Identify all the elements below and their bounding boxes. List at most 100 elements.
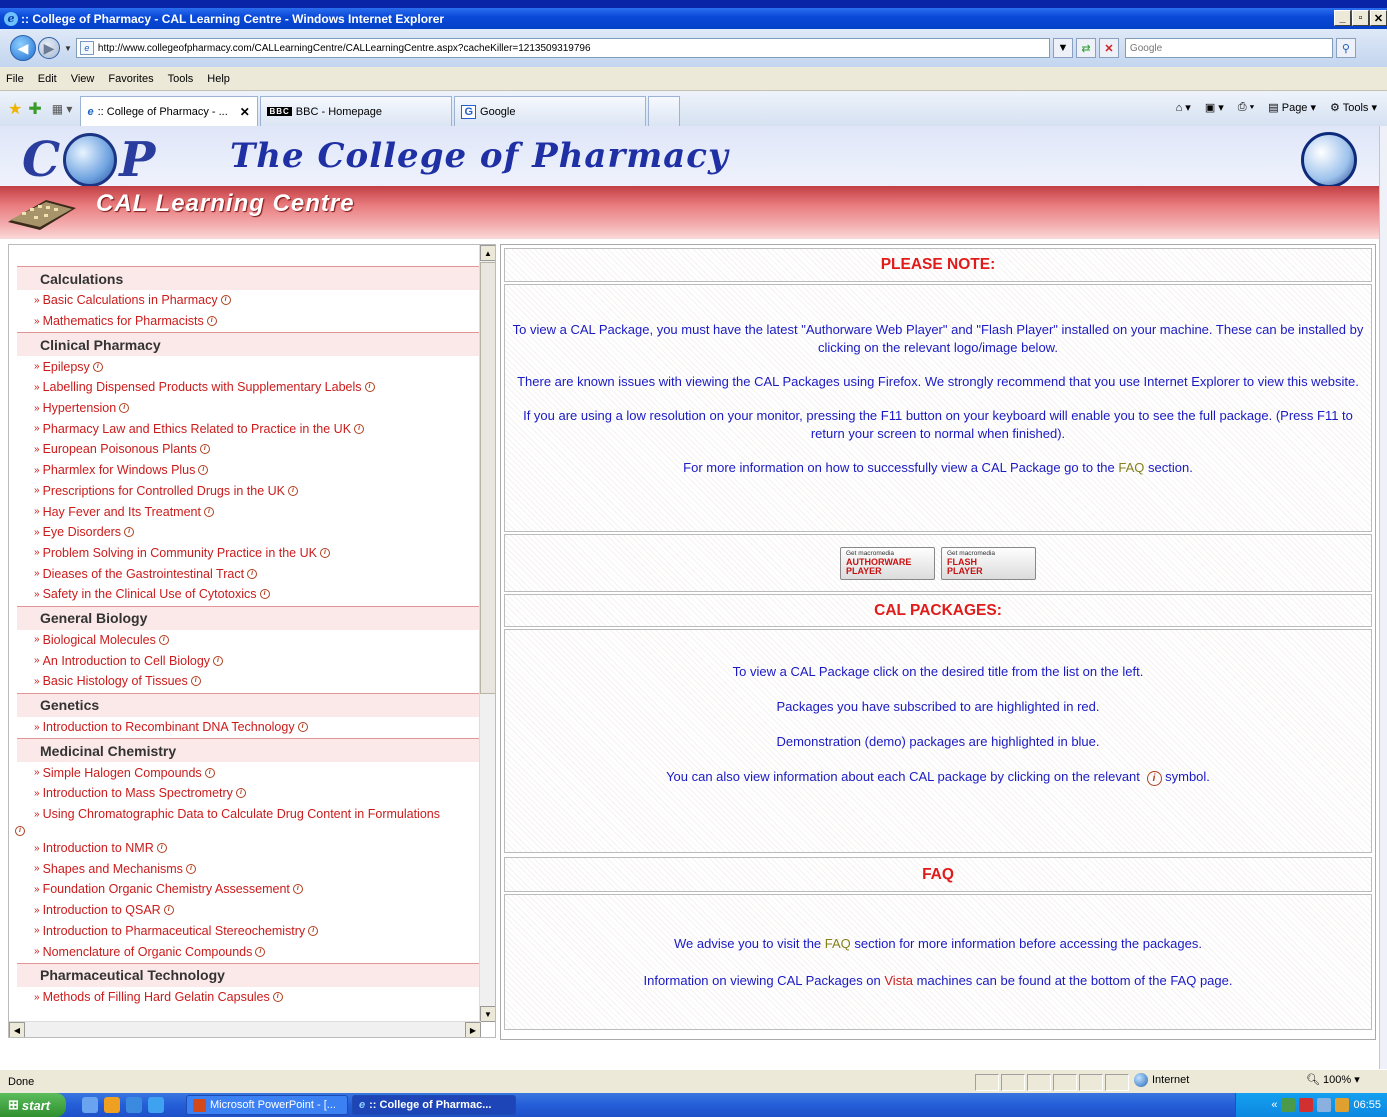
security-zone[interactable]: Internet [1134,1073,1189,1087]
info-icon[interactable]: i [364,382,375,393]
info-icon[interactable]: i [124,527,135,538]
tab-google[interactable]: G Google [454,96,647,126]
quicklaunch-ie-icon[interactable] [148,1097,164,1113]
tab-college-of-pharmacy[interactable]: e :: College of Pharmacy - ... ✕ [80,96,259,126]
network-icon[interactable] [1281,1098,1296,1112]
info-icon[interactable]: i [119,403,130,414]
package-link[interactable]: » Basic Histology of Tissues i [17,671,483,692]
menu-file[interactable]: File [6,73,24,85]
cop-logo[interactable]: C P [22,132,156,188]
package-link[interactable]: » Nomenclature of Organic Compounds i [17,941,483,962]
update-icon[interactable] [1335,1098,1350,1112]
start-button[interactable]: ⊞ start [0,1093,66,1117]
package-link[interactable]: » Dieases of the Gastrointestinal Tract i [17,563,483,584]
scroll-left-arrow-icon[interactable]: ◀ [9,1022,25,1037]
url-dropdown-button[interactable]: ▼ [1052,38,1073,58]
info-icon[interactable]: i [206,316,217,327]
package-link[interactable]: » Introduction to NMR i [17,838,483,859]
package-link[interactable]: » Problem Solving in Community Practice i… [17,543,483,564]
info-icon[interactable]: i [220,295,231,306]
package-link[interactable]: » Introduction to Recombinant DNA Technol… [17,717,483,738]
info-icon[interactable]: i [255,946,266,957]
info-icon[interactable]: i [213,655,224,666]
menu-view[interactable]: View [71,73,95,85]
info-icon[interactable]: i [163,905,174,916]
quick-tabs-icon[interactable]: ▦ ▾ [52,102,73,116]
home-icon[interactable]: ⌂ ▾ [1176,101,1191,114]
security-icon[interactable] [1299,1098,1314,1112]
flash-player-button[interactable]: Get macromedia FLASH PLAYER [941,546,1036,580]
package-link[interactable]: » Basic Calculations in Pharmacy i [17,290,483,311]
quicklaunch-browser-icon[interactable] [126,1097,142,1113]
info-icon[interactable]: i [308,925,319,936]
forward-button[interactable]: ▶ [38,37,60,59]
info-icon[interactable]: i [158,634,169,645]
tools-menu[interactable]: ⚙ Tools ▾ [1330,101,1377,114]
package-link[interactable]: » Pharmacy Law and Ethics Related to Prac… [17,418,483,439]
new-tab[interactable] [648,96,681,126]
package-link[interactable]: » Foundation Organic Chemistry Assessemen… [17,879,483,900]
page-menu[interactable]: ▤ Page ▾ [1268,101,1316,114]
info-icon[interactable]: i [156,843,167,854]
package-link[interactable]: » Mathematics for Pharmacists i [17,311,483,332]
tab-bbc[interactable]: BBC BBC - Homepage [260,96,453,126]
minimize-button[interactable]: _ [1334,10,1351,26]
search-input[interactable]: Google [1124,38,1333,58]
info-icon[interactable]: i [288,485,299,496]
package-link[interactable]: » Safety in the Clinical Use of Cytotoxic… [17,584,483,605]
package-link[interactable]: » Biological Molecules i [17,630,483,651]
horizontal-scrollbar[interactable]: ◀ ▶ [9,1021,481,1037]
info-icon[interactable]: i [247,568,258,579]
package-link[interactable]: » Pharmlex for Windows Plus i [17,460,483,481]
package-link[interactable]: » Introduction to Mass Spectrometry i [17,783,483,804]
taskbar-powerpoint[interactable]: Microsoft PowerPoint - [... [186,1095,348,1115]
back-button[interactable]: ◀ [10,35,36,61]
menu-tools[interactable]: Tools [168,73,194,85]
taskbar-ie[interactable]: e :: College of Pharmac... [352,1095,516,1115]
package-link[interactable]: » Using Chromatographic Data to Calculate… [15,804,483,838]
package-link[interactable]: » Eye Disorders i [17,522,483,543]
info-icon[interactable]: i [204,767,215,778]
package-link[interactable]: » An Introduction to Cell Biology i [17,650,483,671]
quicklaunch-itunes-icon[interactable] [82,1097,98,1113]
package-link[interactable]: » Introduction to QSAR i [17,900,483,921]
stop-button[interactable]: ✕ [1098,38,1119,58]
package-link[interactable]: » Labelling Dispensed Products with Suppl… [17,377,483,398]
info-icon[interactable]: i [15,825,25,836]
tray-expand-icon[interactable]: « [1271,1099,1277,1111]
add-favorite-icon[interactable]: ✚ [28,99,41,119]
history-dropdown-icon[interactable]: ▼ [64,44,72,53]
page-scrollbar[interactable] [1379,126,1387,1069]
info-icon[interactable]: i [272,992,283,1003]
package-link[interactable]: » Prescriptions for Controlled Drugs in t… [17,481,483,502]
authorware-player-button[interactable]: Get macromedia AUTHORWARE PLAYER [840,546,935,580]
info-icon[interactable]: i [190,676,201,687]
info-icon[interactable]: i [235,788,246,799]
package-link[interactable]: » European Poisonous Plants i [17,439,483,460]
menu-favorites[interactable]: Favorites [108,73,153,85]
search-button[interactable]: ⚲ [1335,38,1356,58]
print-icon[interactable]: ⎙ ▾ [1238,101,1254,114]
vista-link[interactable]: Vista [884,973,913,988]
package-link[interactable]: » Methods of Filling Hard Gelatin Capsule… [17,987,483,1008]
info-icon[interactable]: i [92,361,103,372]
scroll-right-arrow-icon[interactable]: ▶ [465,1022,481,1037]
menu-edit[interactable]: Edit [38,73,57,85]
package-link[interactable]: » Epilepsy i [17,356,483,377]
package-link[interactable]: » Simple Halogen Compounds i [17,762,483,783]
scroll-down-arrow-icon[interactable]: ▼ [480,1006,495,1022]
info-icon[interactable]: i [185,863,196,874]
package-link[interactable]: » Hypertension i [17,398,483,419]
favorites-star-icon[interactable]: ★ [8,99,22,119]
package-link[interactable]: » Introduction to Pharmaceutical Stereoch… [17,921,483,942]
info-icon[interactable]: i [354,423,365,434]
scroll-up-arrow-icon[interactable]: ▲ [480,245,495,261]
refresh-button[interactable]: ⇄ [1075,38,1096,58]
package-link[interactable]: » Hay Fever and Its Treatment i [17,501,483,522]
info-icon[interactable]: i [292,884,303,895]
close-tab-icon[interactable]: ✕ [240,105,250,119]
info-icon[interactable]: i [203,506,214,517]
maximize-button[interactable]: ▫ [1352,10,1369,26]
faq-link[interactable]: FAQ [1118,460,1144,475]
quicklaunch-clock-icon[interactable] [104,1097,120,1113]
